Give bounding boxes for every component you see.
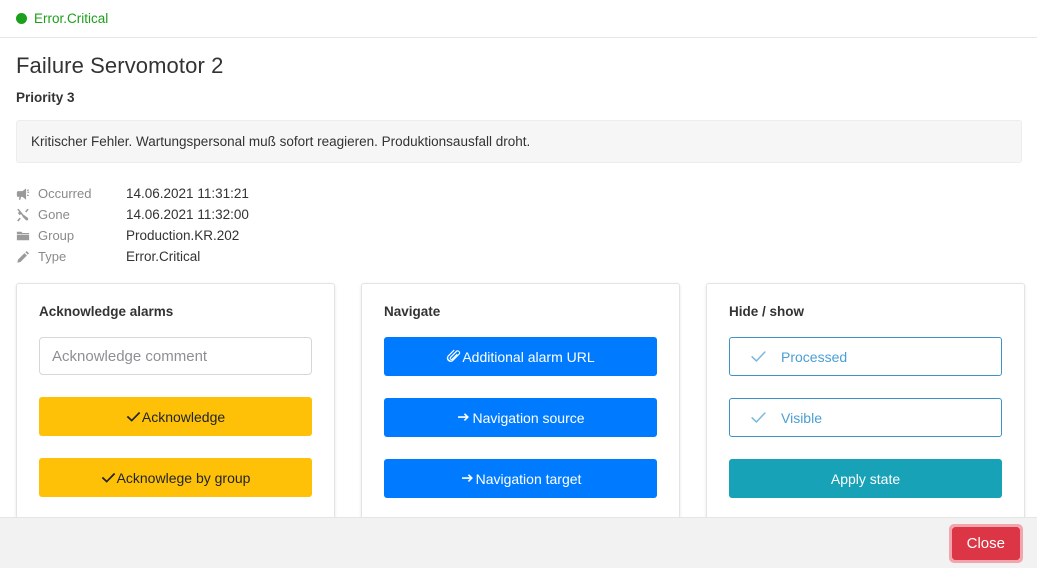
check-icon	[101, 470, 116, 485]
close-button-focus-ring: Close	[948, 523, 1023, 563]
table-row: Group Production.KR.202	[16, 225, 249, 246]
card-title: Navigate	[384, 304, 441, 319]
toggle-visible-label: Visible	[781, 409, 822, 426]
check-icon	[126, 409, 141, 424]
apply-state-label: Apply state	[830, 470, 901, 487]
alarm-state-label: Error.Critical	[34, 10, 109, 26]
acknowledge-comment-input[interactable]	[39, 337, 312, 375]
bullhorn-icon	[16, 183, 38, 204]
modal-body: Failure Servomotor 2 Priority 3 Kritisch…	[0, 38, 1037, 523]
meta-value: Error.Critical	[126, 249, 201, 264]
navigation-target-button[interactable]: Navigation target	[384, 459, 657, 498]
toggle-processed-label: Processed	[781, 348, 848, 365]
navigation-source-label: Navigation source	[472, 409, 585, 426]
meta-value: Production.KR.202	[126, 228, 240, 243]
folder-icon	[16, 225, 38, 246]
acknowledge-button[interactable]: Acknowledge	[39, 397, 312, 436]
meta-value: 14.06.2021 11:31:21	[126, 186, 249, 201]
page-title: Failure Servomotor 2	[16, 53, 224, 78]
alarm-description: Kritischer Fehler. Wartungspersonal muß …	[16, 120, 1022, 163]
table-row: Type Error.Critical	[16, 246, 249, 267]
tools-icon	[16, 204, 38, 225]
card-navigate: Navigate Additional alarm URL Navigation…	[361, 283, 680, 523]
apply-state-button[interactable]: Apply state	[729, 459, 1002, 498]
arrow-right-icon	[460, 471, 475, 486]
action-cards-row: Acknowledge alarms Acknowledge Acknowleg…	[16, 283, 1025, 523]
acknowledge-by-group-button-label: Acknowlege by group	[116, 469, 251, 486]
table-row: Gone 14.06.2021 11:32:00	[16, 204, 249, 225]
navigation-source-button[interactable]: Navigation source	[384, 398, 657, 437]
card-hide-show: Hide / show Processed Visible Apply stat…	[706, 283, 1025, 523]
arrow-right-icon	[456, 410, 471, 425]
modal-header: Error.Critical	[0, 0, 1037, 38]
circle-filled-icon	[16, 13, 27, 24]
navigation-target-label: Navigation target	[475, 470, 582, 487]
acknowledge-button-label: Acknowledge	[141, 408, 226, 425]
modal-footer: Close	[0, 517, 1037, 568]
additional-alarm-url-label: Additional alarm URL	[462, 348, 595, 365]
check-icon	[750, 348, 767, 365]
meta-label: Gone	[38, 207, 70, 222]
acknowledge-by-group-button[interactable]: Acknowlege by group	[39, 458, 312, 497]
meta-label: Group	[38, 228, 75, 243]
alarm-meta-table: Occurred 14.06.2021 11:31:21 Gone 14.06.…	[16, 183, 249, 267]
alarm-priority: Priority 3	[16, 90, 75, 105]
card-title: Hide / show	[729, 304, 805, 319]
table-row: Occurred 14.06.2021 11:31:21	[16, 183, 249, 204]
pencil-icon	[16, 246, 38, 267]
meta-label: Occurred	[38, 186, 92, 201]
card-title: Acknowledge alarms	[39, 304, 174, 319]
toggle-visible[interactable]: Visible	[729, 398, 1002, 437]
card-acknowledge-alarms: Acknowledge alarms Acknowledge Acknowleg…	[16, 283, 335, 522]
meta-value: 14.06.2021 11:32:00	[126, 207, 249, 222]
toggle-processed[interactable]: Processed	[729, 337, 1002, 376]
paperclip-icon	[446, 349, 461, 364]
meta-label: Type	[38, 249, 67, 264]
close-button[interactable]: Close	[951, 526, 1020, 560]
check-icon	[750, 409, 767, 426]
additional-alarm-url-button[interactable]: Additional alarm URL	[384, 337, 657, 376]
